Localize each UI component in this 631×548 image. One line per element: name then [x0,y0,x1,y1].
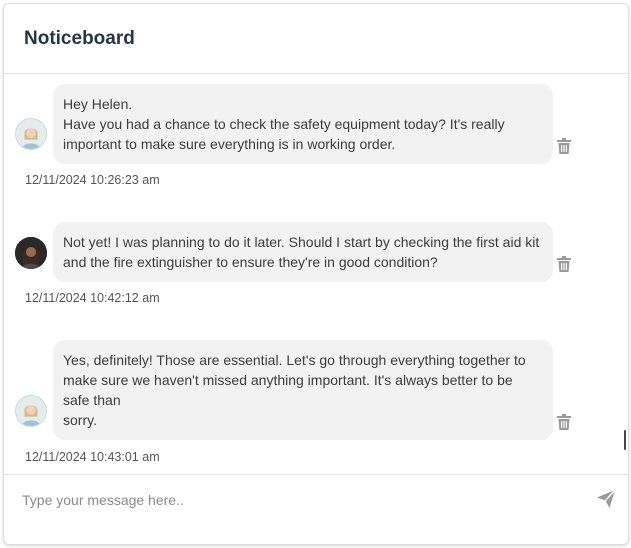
message-input[interactable] [22,485,582,515]
delete-message-button[interactable] [557,256,571,272]
trash-icon [557,414,571,430]
woman-light-avatar-icon [16,119,46,149]
delete-message-button[interactable] [557,414,571,430]
delete-message-button[interactable] [557,138,571,154]
message-timestamp: 12/11/2024 10:42:12 am [25,291,160,305]
message-list[interactable]: Hey Helen. Have you had a chance to chec… [4,75,628,474]
message-bubble: Hey Helen. Have you had a chance to chec… [53,84,553,164]
trash-icon [557,256,571,272]
noticeboard-card: Noticeboard Hey Helen. Have you had a ch… [3,3,629,545]
message-bubble: Not yet! I was planning to do it later. … [53,222,553,282]
message-composer [4,474,628,544]
message-timestamp: 12/11/2024 10:26:23 am [25,173,160,187]
page-title: Noticeboard [24,27,135,49]
avatar [15,395,47,427]
woman-light-avatar-icon [16,396,46,426]
card-header: Noticeboard [4,4,628,74]
scrollbar-thumb[interactable] [624,430,626,450]
avatar [15,118,47,150]
send-button[interactable] [596,489,616,509]
trash-icon [557,138,571,154]
message-timestamp: 12/11/2024 10:43:01 am [25,450,160,464]
woman-dark-avatar-icon [15,237,47,269]
send-icon [597,489,616,508]
avatar [15,237,47,269]
message-bubble: Yes, definitely! Those are essential. Le… [53,340,553,440]
